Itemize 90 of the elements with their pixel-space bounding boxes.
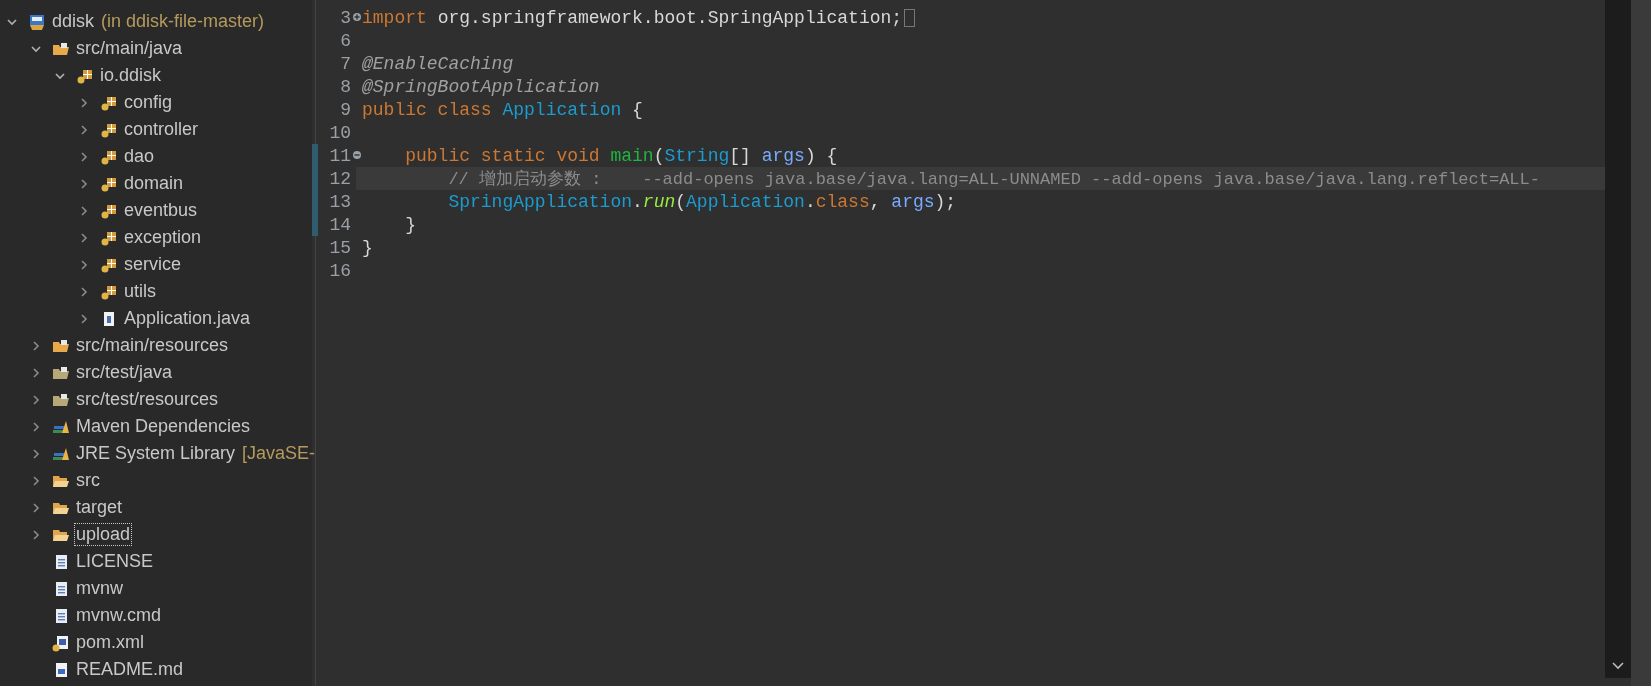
tree-item[interactable]: eventbus [122, 199, 200, 222]
code-token: . [632, 191, 643, 212]
tree-item[interactable]: mvnw [74, 577, 125, 600]
line-number: 6 [340, 30, 351, 51]
code-token: main [610, 145, 654, 166]
chevron-icon[interactable] [30, 501, 42, 514]
code-token: } [362, 237, 373, 258]
code-token: run [642, 191, 676, 212]
tree-item[interactable]: service [122, 253, 183, 276]
tree-item[interactable]: README.md [74, 658, 185, 681]
code-token: // 增加启动参数 : --add-opens java.base/java.lang=ALL-UNNAMED --add-opens java.base/java.lang.reflect=ALL- [448, 168, 1540, 190]
chevron-icon[interactable] [30, 447, 42, 460]
line-number: 3 [340, 7, 351, 28]
line-number: 15 [329, 237, 351, 258]
tree-item[interactable]: io.ddisk [98, 64, 164, 87]
tree-item[interactable]: src/test/resources [74, 388, 221, 411]
tree-item[interactable]: Maven Dependencies [74, 415, 253, 438]
chevron-icon[interactable] [78, 258, 90, 271]
tree-item[interactable]: src/test/java [74, 361, 175, 384]
code-token: ); [934, 191, 957, 212]
code-token: . [804, 191, 816, 212]
code-token: public static void [405, 145, 601, 166]
line-number: 10 [329, 122, 351, 143]
line-number: 13 [329, 191, 351, 212]
chevron-icon[interactable] [78, 285, 90, 298]
chevron-icon[interactable] [78, 150, 90, 163]
code-token: @EnableCaching [362, 53, 514, 74]
tree-item[interactable]: dao [122, 145, 157, 168]
chevron-icon[interactable] [78, 96, 90, 109]
line-number: 14 [329, 214, 351, 235]
tree-item[interactable]: Application.java [122, 307, 253, 330]
line-number: 12 [329, 168, 351, 189]
line-number: 11 [329, 145, 351, 166]
chevron-icon[interactable] [78, 312, 90, 325]
code-token: } [405, 214, 416, 235]
chevron-icon[interactable] [30, 339, 42, 352]
tree-item-location: [JavaSE- [242, 443, 316, 464]
code-token: String [664, 145, 730, 166]
project-icon [28, 12, 46, 31]
tree-item[interactable]: config [122, 91, 175, 114]
chevron-icon[interactable] [30, 474, 42, 487]
line-number: 9 [340, 99, 351, 120]
tree-item[interactable]: upload [74, 523, 133, 546]
code-token: @SpringBootApplication [362, 76, 600, 97]
chevron-icon[interactable] [30, 393, 42, 406]
scroll-down-icon[interactable] [1612, 662, 1624, 670]
code-token: , [869, 191, 882, 212]
tree-item[interactable]: src [74, 469, 102, 492]
code-token: args [891, 191, 935, 212]
code-token: SpringApplication [448, 191, 633, 212]
tree-item[interactable]: LICENSE [74, 550, 156, 573]
fold-icon[interactable] [352, 150, 362, 160]
tree-item[interactable]: JRE System Library [74, 442, 238, 465]
xml-file-icon [52, 633, 70, 652]
tree-item[interactable]: src/main/java [74, 37, 185, 60]
chevron-icon[interactable] [30, 366, 42, 379]
tree-item[interactable]: src/main/resources [74, 334, 231, 357]
line-number: 7 [340, 53, 351, 74]
code-token: Application [686, 191, 805, 212]
code-token: { [631, 99, 643, 120]
fold-icon[interactable] [352, 12, 362, 22]
code-token: org.springframework.boot.SpringApplication; [437, 7, 903, 28]
code-token: ( [675, 191, 687, 212]
tree-item[interactable]: controller [122, 118, 201, 141]
code-token: ) { [804, 145, 838, 166]
tree-item[interactable]: target [74, 496, 125, 519]
tree-item[interactable]: mvnw.cmd [74, 604, 164, 627]
chevron-icon[interactable] [78, 123, 90, 136]
code-token: ( [653, 145, 665, 166]
line-number: 8 [340, 76, 351, 97]
chevron-icon[interactable] [78, 231, 90, 244]
code-token: import [362, 7, 428, 28]
chevron-icon[interactable] [78, 204, 90, 217]
chevron-icon[interactable] [78, 177, 90, 190]
code-token: args [761, 145, 805, 166]
tree-item[interactable]: pom.xml [74, 631, 146, 654]
tree-item[interactable]: domain [122, 172, 186, 195]
code-token: class [815, 191, 870, 212]
tree-item[interactable]: ddisk [50, 10, 97, 33]
chevron-icon[interactable] [30, 528, 42, 541]
folded-code-marker[interactable] [904, 8, 916, 27]
line-number: 16 [329, 260, 351, 281]
code-token: [] [729, 145, 752, 166]
vertical-scrollbar[interactable] [1605, 0, 1631, 678]
tree-item[interactable]: exception [122, 226, 204, 249]
chevron-icon[interactable] [30, 420, 42, 433]
code-token: public class [362, 99, 493, 120]
tree-item[interactable]: utils [122, 280, 158, 303]
code-token: Application [502, 99, 622, 120]
tree-item-location: (in ddisk-file-master) [101, 11, 265, 32]
